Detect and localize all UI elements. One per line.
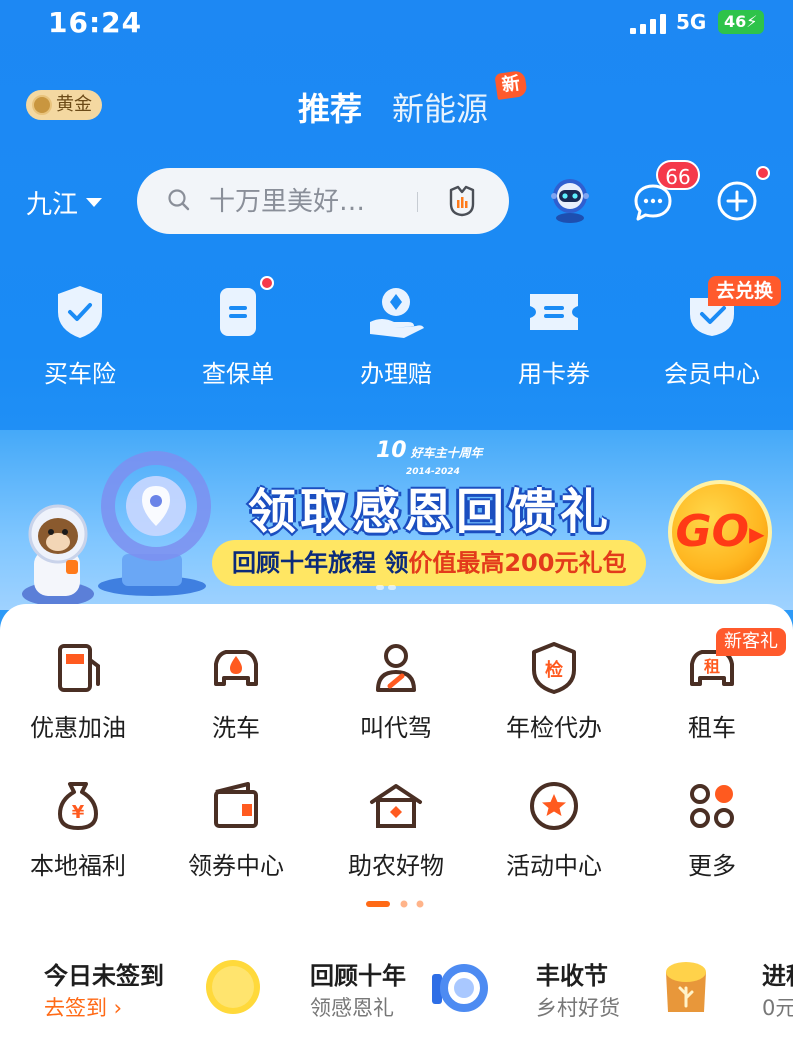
message-count-badge: 66 [656,160,700,190]
service-label: 租车 [688,714,736,742]
charging-bolt-icon: ⚡ [746,12,758,31]
service-local-benefits[interactable]: ¥ 本地福利 [8,778,148,881]
driver-icon [376,644,416,692]
service-label: 本地福利 [30,852,126,880]
more-grid-icon [690,784,734,828]
service-annual-inspection[interactable]: 检 年检代办 [484,640,624,743]
service-label: 优惠加油 [30,714,126,742]
service-label: 领券中心 [188,852,284,880]
anniversary-trophy-icon [98,451,211,596]
quick-label: 用卡券 [518,360,590,388]
new-customer-tag: 新客礼 [716,628,786,656]
money-bag-icon: ¥ [58,782,98,830]
service-designated-driver[interactable]: 叫代驾 [326,640,466,743]
member-level-label: 黄金 [56,94,92,115]
member-level-badge[interactable]: 黄金 [26,90,102,120]
service-label: 助农好物 [348,852,444,880]
promo-subtitle: 0元 [762,996,793,1020]
go-button[interactable]: GO▶ [668,480,772,584]
money-glyph: ¥ [72,802,85,823]
promo-title: 丰收节 [536,962,608,990]
search-bar[interactable] [137,168,509,234]
promo-title: 进程 [762,962,793,990]
network-type: 5G [676,10,707,34]
promo-subtitle: 乡村好货 [536,996,620,1020]
banner-sub-prefix: 回顾十年旅程 领 [232,549,409,577]
rental-glyph: 租 [704,657,720,676]
quick-label: 查保单 [202,360,274,388]
activity-star-icon [530,782,578,830]
wallet-icon [214,782,258,828]
promo-subtitle: 去签到 › [44,996,123,1020]
exchange-tag: 去兑换 [708,276,782,306]
services-pager [366,900,424,908]
play-arrow-icon: ▶ [749,522,765,546]
service-coupon-center[interactable]: 领券中心 [166,778,306,881]
promo-sign-in[interactable]: 今日未签到 去签到 › [26,934,276,1038]
promo-review-decade[interactable]: 回顾十年 领感恩礼 [292,934,502,1038]
promo-title: 今日未签到 [44,962,164,990]
service-more[interactable]: 更多 [642,778,782,881]
search-icon [168,189,190,211]
caret-down-icon [86,198,103,207]
service-car-wash[interactable]: 洗车 [166,640,306,743]
tenth-anniversary-icon [432,964,488,1012]
promo-banner[interactable]: 10 好车主十周年 2014-2024 领取感恩回馈礼 回顾十年旅程 领价值最高20… [0,430,793,610]
banner-pager [376,585,396,590]
fuel-pump-icon [58,644,100,692]
service-label: 年检代办 [506,714,602,742]
city-label: 九江 [26,190,79,220]
promo-partial[interactable]: 进程 0元 [744,934,793,1038]
quick-policy-lookup[interactable]: 查保单 [178,280,298,389]
service-label: 叫代驾 [360,714,432,742]
quick-label: 买车险 [44,360,116,388]
coupon-icon [530,294,578,330]
notification-dot [756,166,770,180]
quick-use-coupons[interactable]: 用卡券 [494,280,614,389]
gold-coin-icon [206,960,260,1014]
car-wash-icon [214,650,258,686]
medal-icon [32,95,52,115]
tab-recommend[interactable]: 推荐 [298,84,362,130]
farm-house-icon [370,784,422,828]
quick-file-claim[interactable]: 办理赔 [336,280,456,389]
city-selector[interactable]: 九江 [26,184,103,221]
tab-new-energy[interactable]: 新能源 [392,84,488,130]
banner-headline: 领取感恩回馈礼 [248,484,613,540]
shield-check-icon [58,286,102,338]
quick-buy-insurance[interactable]: 买车险 [20,280,140,389]
notification-dot [260,276,274,290]
quick-label: 办理赔 [360,360,432,388]
go-button-label: GO [675,506,750,557]
anniversary-logo-text: 好车主十周年 [410,446,483,460]
voice-search-icon[interactable] [445,184,479,218]
status-time: 16:24 [48,6,143,39]
ai-assistant-icon[interactable] [548,176,592,224]
policy-doc-icon [220,288,256,336]
rice-bag-icon [666,962,706,1012]
service-label: 洗车 [212,714,260,742]
quick-label: 会员中心 [664,360,760,388]
service-discount-fuel[interactable]: 优惠加油 [8,640,148,743]
promo-subtitle: 领感恩礼 [310,996,394,1020]
battery-indicator: 46⚡ [718,10,764,34]
service-agri-goods[interactable]: 助农好物 [326,778,466,881]
search-divider [417,192,418,212]
cellular-signal-icon [630,14,666,34]
service-label: 更多 [688,852,736,880]
banner-subtitle: 回顾十年旅程 领价值最高200元礼包 [212,540,647,586]
battery-level: 46 [724,12,747,31]
service-label: 活动中心 [506,852,602,880]
add-icon[interactable] [716,180,758,222]
status-bar: 16:24 5G 46⚡ [0,0,793,48]
promo-harvest[interactable]: 丰收节 乡村好货 [518,934,728,1038]
search-input[interactable] [207,182,431,222]
banner-sub-highlight: 价值最高200元礼包 [408,549,627,577]
inspection-icon: 检 [532,642,576,694]
service-activity-center[interactable]: 活动中心 [484,778,624,881]
claim-hand-icon [370,288,424,338]
promo-title: 回顾十年 [310,962,406,990]
inspection-glyph: 检 [545,659,563,681]
